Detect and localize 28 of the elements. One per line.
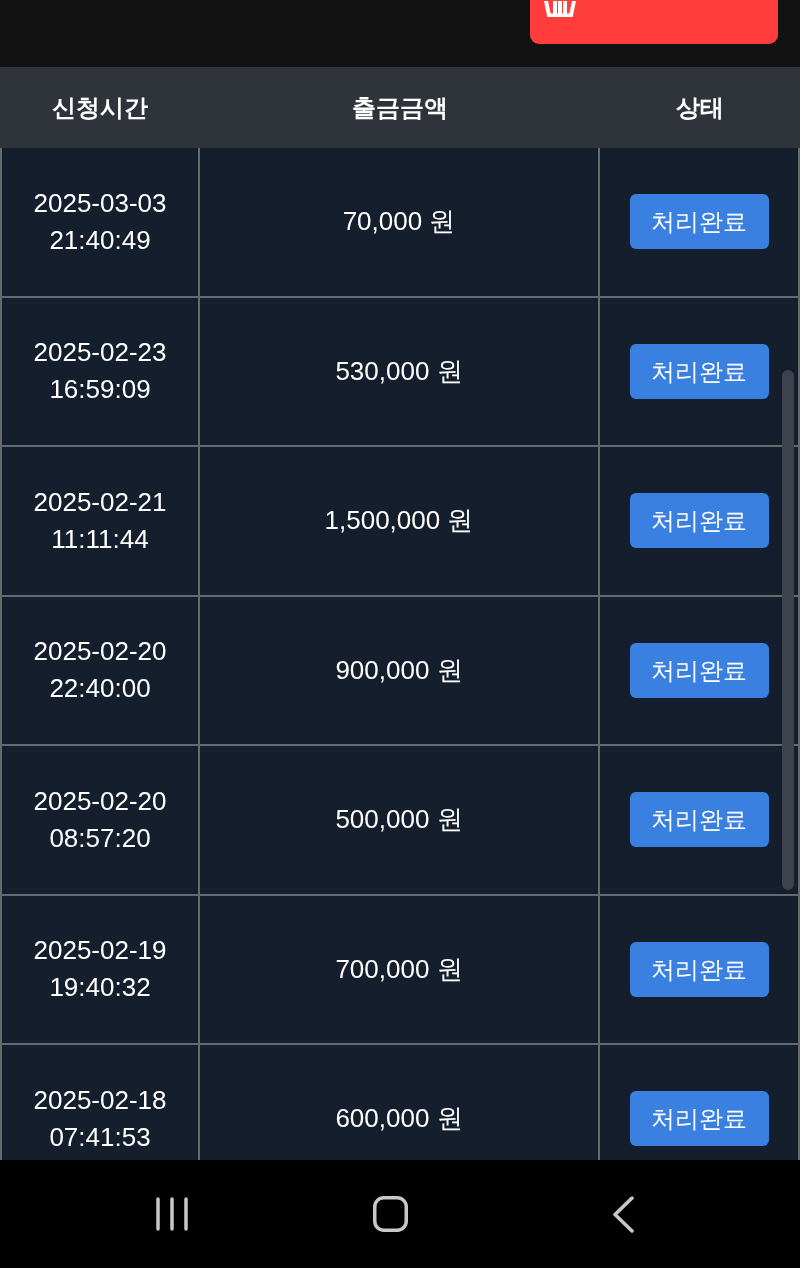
home-icon[interactable] [373,1196,408,1232]
column-header: 신청시간 [51,92,149,123]
status-badge: 처리완료 [629,343,769,399]
amount-cell: 900,000 원 [200,596,600,746]
amount-cell: 530,000 원 [200,297,600,447]
column-header: 상태 [675,92,725,123]
amount-cell: 500,000 원 [200,746,600,896]
amount-cell: 700,000 원 [200,895,600,1045]
status-badge: 처리완료 [629,941,769,997]
status-badge: 처리완료 [629,792,769,848]
amount-cell: 1,500,000 원 [200,447,600,597]
status-badge: 처리완료 [629,194,769,250]
request-time-cell: 2025-02-20 22:40:00 [0,596,200,746]
request-time-cell: 2025-02-20 08:57:20 [0,746,200,896]
recent-apps-icon[interactable] [156,1197,188,1231]
status-badge: 처리완료 [629,642,769,698]
amount-cell: 70,000 원 [200,148,600,298]
trash-icon [544,1,576,17]
status-badge: 처리완료 [629,493,769,549]
request-time-cell: 2025-02-23 16:59:09 [0,297,200,447]
request-time-cell: 2025-02-18 07:41:53 [0,1045,200,1160]
column-header: 출금금액 [351,92,449,123]
request-time-cell: 2025-02-21 11:11:44 [0,447,200,597]
status-badge: 처리완료 [629,1091,769,1147]
back-icon[interactable] [613,1195,634,1233]
delete-button[interactable] [530,0,778,44]
request-time-cell: 2025-03-03 21:40:49 [0,148,200,298]
request-time-cell: 2025-02-19 19:40:32 [0,895,200,1045]
